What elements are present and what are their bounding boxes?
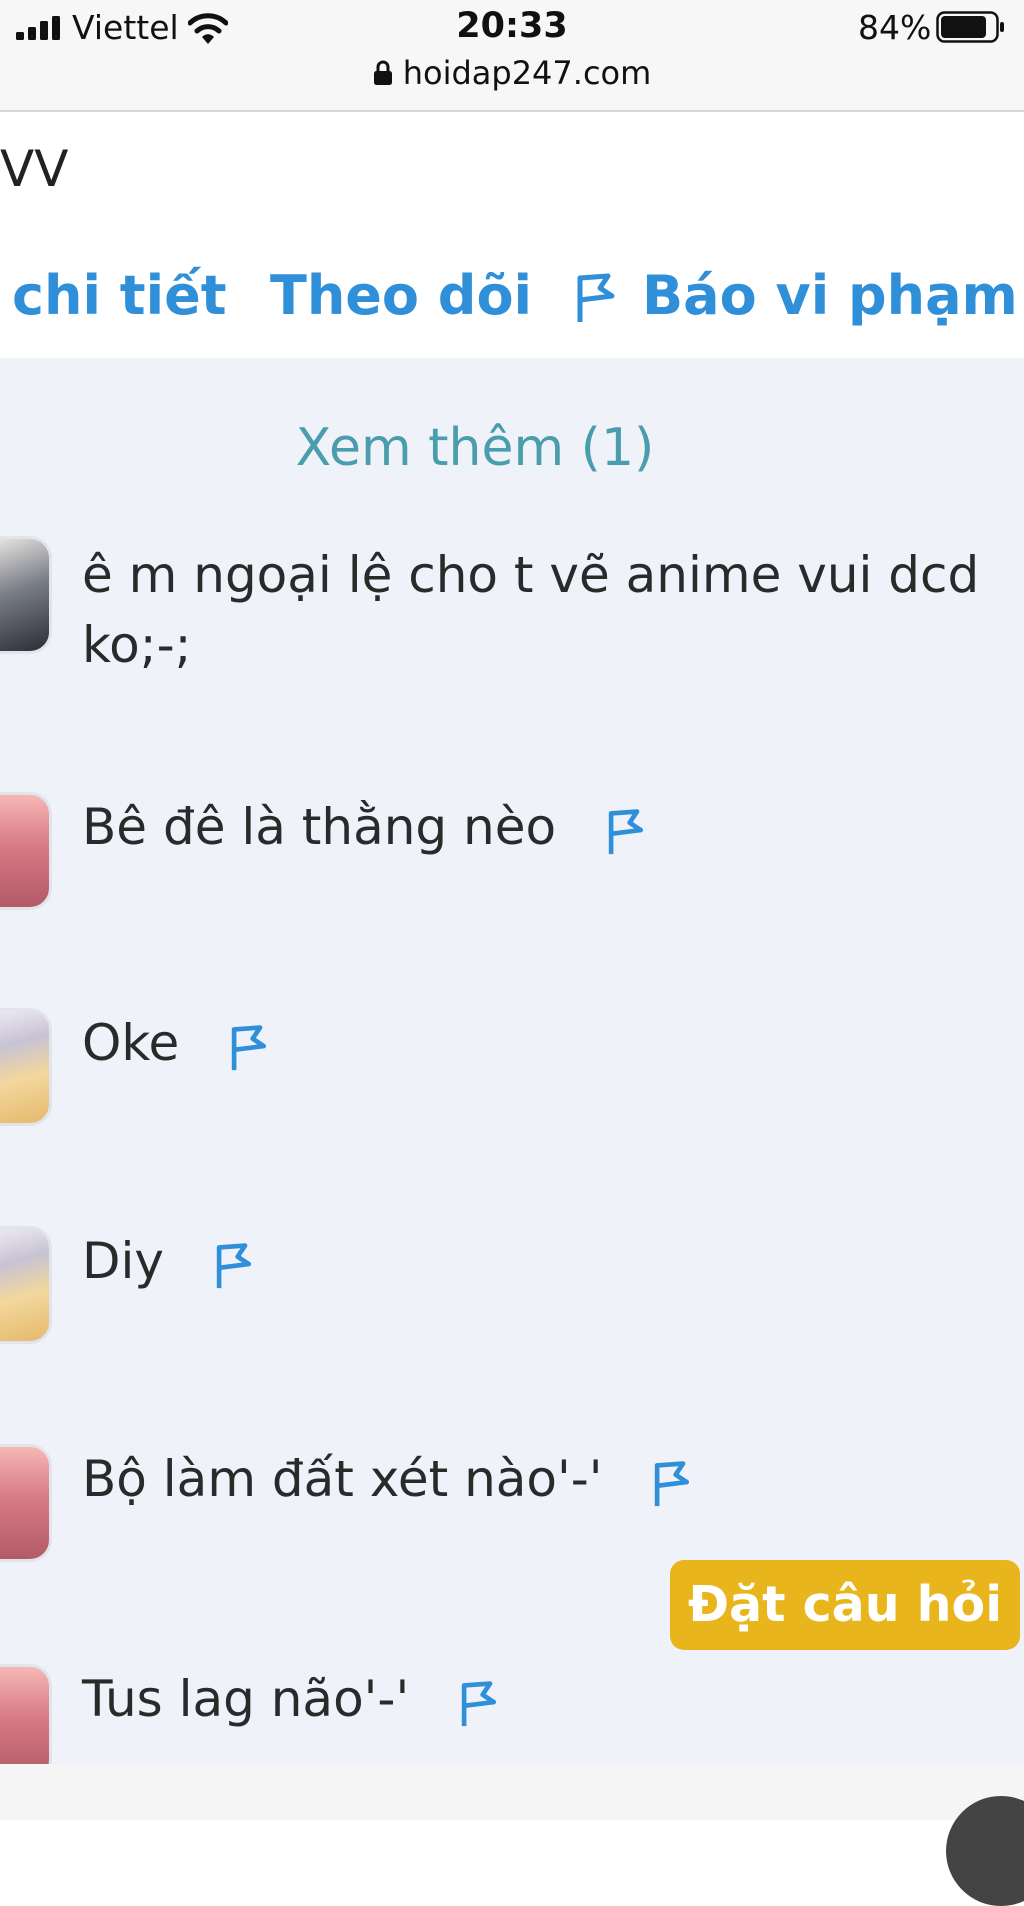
flag-icon[interactable] (210, 1240, 256, 1290)
question-footer: VV chi tiết Theo dõi Báo vi phạm (0, 112, 1024, 358)
flag-icon[interactable] (455, 1678, 501, 1728)
battery-percent: 84% (858, 8, 932, 47)
ask-question-button[interactable]: Đặt câu hỏi (670, 1560, 1020, 1650)
bottom-bar (0, 1764, 1024, 1820)
lock-icon (373, 60, 392, 85)
comment-row: Diy (82, 1232, 256, 1290)
comments-section: Xem thêm (1) ê m ngoại lệ cho t vẽ anime… (0, 358, 1024, 1782)
comment-text: Diy (82, 1232, 164, 1290)
comment-text: Tus lag não'-' (82, 1670, 410, 1728)
url-text: hoidap247.com (402, 54, 652, 92)
flag-icon[interactable] (225, 1022, 271, 1072)
report-link[interactable]: Báo vi phạm (642, 264, 1018, 327)
flag-icon[interactable] (572, 270, 618, 324)
detail-link[interactable]: chi tiết (12, 264, 227, 327)
address-bar[interactable]: hoidap247.com (0, 52, 1024, 92)
battery-icon (936, 11, 1004, 43)
flag-icon[interactable] (648, 1458, 694, 1508)
comment-row: Tus lag não'-' (82, 1670, 501, 1728)
flag-icon[interactable] (602, 806, 648, 856)
see-more-link[interactable]: Xem thêm (1) (0, 418, 950, 478)
question-text-fragment: VV (0, 140, 69, 198)
avatar[interactable] (0, 792, 52, 910)
comment-text: ê m ngoại lệ cho t vẽ anime vui dcd ko;-… (82, 546, 980, 674)
comment-row: Oke (82, 1014, 271, 1072)
comment-text: Oke (82, 1014, 180, 1072)
comment-text: Bộ làm đất xét nào'-' (82, 1450, 603, 1508)
follow-link[interactable]: Theo dõi (270, 264, 532, 327)
avatar[interactable] (0, 1444, 52, 1562)
avatar[interactable] (0, 1008, 52, 1126)
comment-row: Bộ làm đất xét nào'-' (82, 1450, 694, 1508)
status-bar: Viettel 20:33 84% hoidap247.com (0, 0, 1024, 112)
comment-text: Bê đê là thằng nèo (82, 798, 557, 856)
avatar[interactable] (0, 536, 52, 654)
avatar[interactable] (0, 1226, 52, 1344)
comment-row: Bê đê là thằng nèo (82, 798, 648, 856)
